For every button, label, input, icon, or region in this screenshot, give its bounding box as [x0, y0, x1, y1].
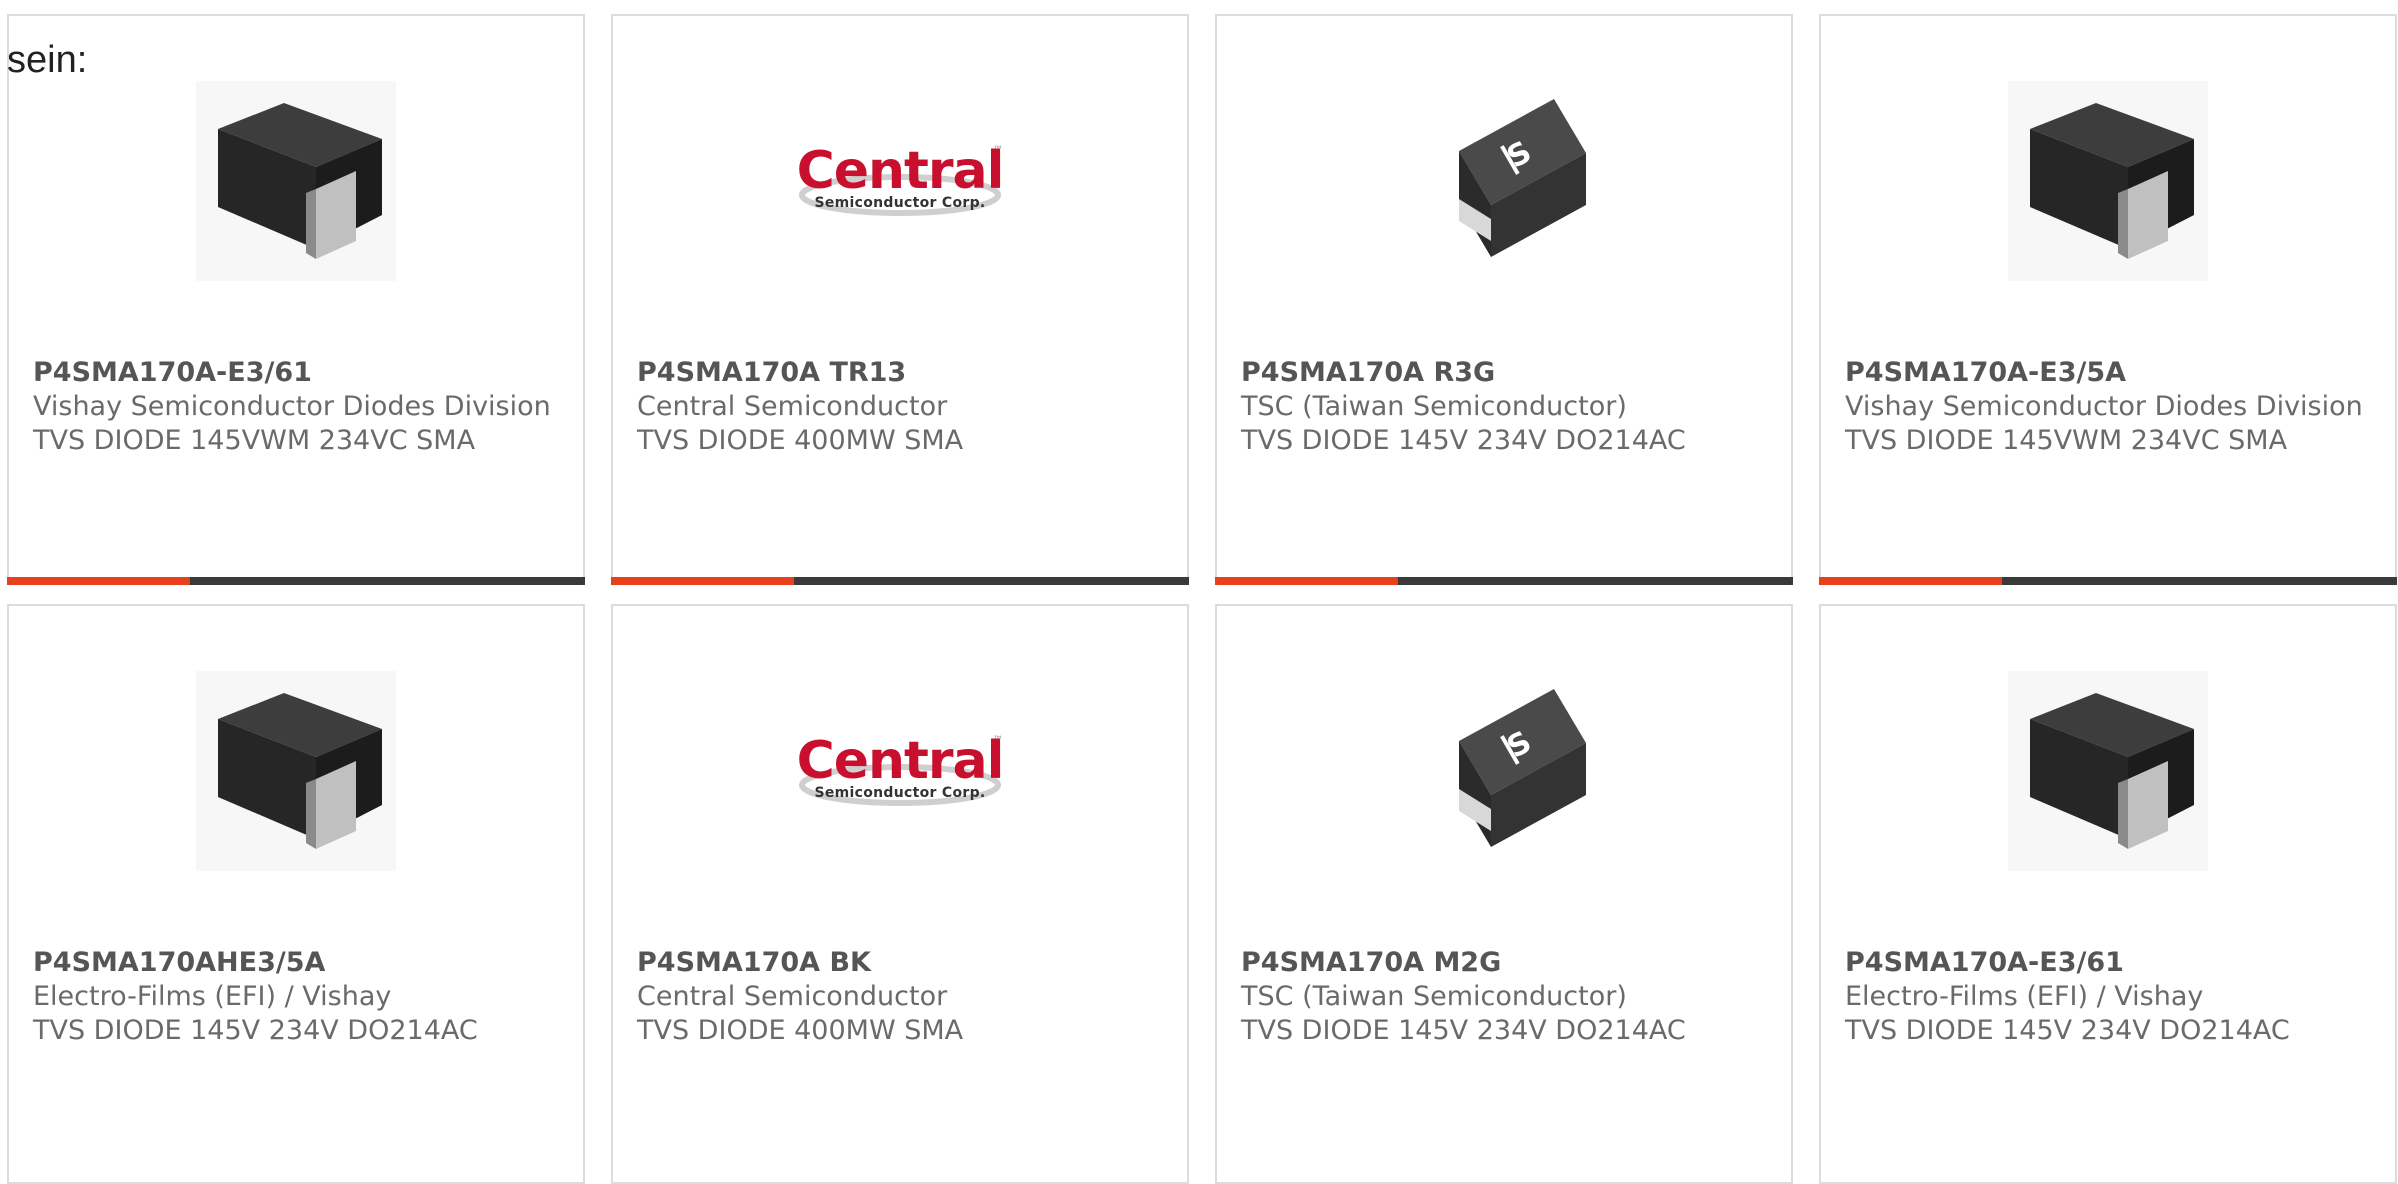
card-bottom-bar — [1819, 577, 2397, 585]
product-image[interactable]: S — [1217, 666, 1791, 876]
central-logo-tm: ™ — [993, 735, 1003, 746]
product-image[interactable] — [1821, 76, 2395, 286]
part-number[interactable]: P4SMA170A BK — [637, 946, 1167, 980]
part-number[interactable]: P4SMA170A-E3/5A — [1845, 356, 2375, 390]
description: TVS DIODE 400MW SMA — [637, 1015, 964, 1046]
part-number[interactable]: P4SMA170A-E3/61 — [33, 356, 563, 390]
description: TVS DIODE 145V 234V DO214AC — [1241, 1015, 1686, 1046]
card-accent — [611, 577, 794, 585]
manufacturer: Electro-Films (EFI) / Vishay — [1845, 981, 2204, 1012]
tsc-diode-icon: S — [1459, 99, 1586, 257]
manufacturer: Central Semiconductor — [637, 981, 948, 1012]
manufacturer: Vishay Semiconductor Diodes Division — [33, 391, 551, 422]
sma-package-icon — [196, 671, 396, 871]
manufacturer: TSC (Taiwan Semiconductor) — [1241, 391, 1627, 422]
card-bottom-bar — [611, 577, 1189, 585]
card-accent — [1215, 577, 1398, 585]
intro-text: sein: — [7, 39, 88, 81]
product-card[interactable]: P4SMA170A-E3/61 Vishay Semiconductor Dio… — [7, 14, 585, 585]
central-logo-word: Central — [796, 731, 1005, 791]
product-image[interactable] — [9, 76, 583, 286]
part-number[interactable]: P4SMA170A R3G — [1241, 356, 1771, 390]
product-image[interactable] — [9, 666, 583, 876]
central-logo-icon: Central ™ Semiconductor Corp. — [795, 141, 1005, 221]
description: TVS DIODE 145VWM 234VC SMA — [1845, 425, 2288, 456]
description: TVS DIODE 145VWM 234VC SMA — [33, 425, 476, 456]
manufacturer: TSC (Taiwan Semiconductor) — [1241, 981, 1627, 1012]
central-logo-tm: ™ — [993, 145, 1003, 156]
product-image[interactable]: S — [1217, 76, 1791, 286]
product-card[interactable]: P4SMA170A-E3/61 Electro-Films (EFI) / Vi… — [1819, 604, 2397, 1184]
tsc-diode-icon: S — [1459, 689, 1586, 847]
card-accent — [7, 577, 190, 585]
description: TVS DIODE 400MW SMA — [637, 425, 964, 456]
central-logo-sub: Semiconductor Corp. — [814, 195, 986, 211]
sma-package-icon — [196, 81, 396, 281]
card-accent — [1819, 577, 2002, 585]
product-card[interactable]: S P4SMA170A M2G TSC (Taiwan Semiconducto… — [1215, 604, 1793, 1184]
description: TVS DIODE 145V 234V DO214AC — [33, 1015, 478, 1046]
card-bottom-bar — [7, 577, 585, 585]
card-bottom-bar — [1215, 577, 1793, 585]
description: TVS DIODE 145V 234V DO214AC — [1845, 1015, 2290, 1046]
sma-package-icon — [2008, 81, 2208, 281]
manufacturer: Central Semiconductor — [637, 391, 948, 422]
product-image[interactable]: Central ™ Semiconductor Corp. — [613, 76, 1187, 286]
product-card[interactable]: Central ™ Semiconductor Corp. P4SMA170A … — [611, 14, 1189, 585]
sma-package-icon — [2008, 671, 2208, 871]
product-card[interactable]: P4SMA170A-E3/5A Vishay Semiconductor Dio… — [1819, 14, 2397, 585]
product-card[interactable]: S P4SMA170A R3G TSC (Taiwan Semiconducto… — [1215, 14, 1793, 585]
description: TVS DIODE 145V 234V DO214AC — [1241, 425, 1686, 456]
product-card[interactable]: P4SMA170AHE3/5A Electro-Films (EFI) / Vi… — [7, 604, 585, 1184]
central-logo-icon: Central ™ Semiconductor Corp. — [795, 731, 1005, 811]
central-logo-word: Central — [796, 141, 1005, 201]
part-number[interactable]: P4SMA170A M2G — [1241, 946, 1771, 980]
part-number[interactable]: P4SMA170A-E3/61 — [1845, 946, 2375, 980]
product-card[interactable]: Central ™ Semiconductor Corp. P4SMA170A … — [611, 604, 1189, 1184]
product-image[interactable]: Central ™ Semiconductor Corp. — [613, 666, 1187, 876]
manufacturer: Electro-Films (EFI) / Vishay — [33, 981, 392, 1012]
part-number[interactable]: P4SMA170AHE3/5A — [33, 946, 563, 980]
central-logo-sub: Semiconductor Corp. — [814, 785, 986, 801]
product-image[interactable] — [1821, 666, 2395, 876]
part-number[interactable]: P4SMA170A TR13 — [637, 356, 1167, 390]
manufacturer: Vishay Semiconductor Diodes Division — [1845, 391, 2363, 422]
